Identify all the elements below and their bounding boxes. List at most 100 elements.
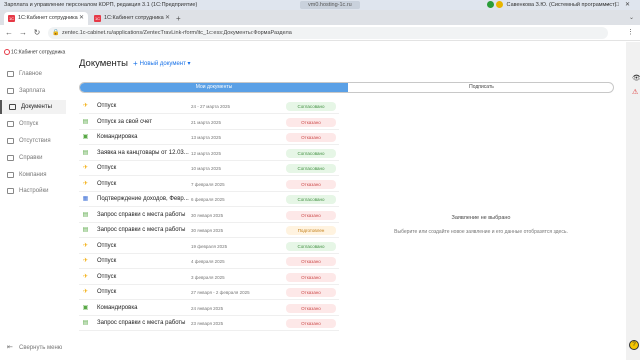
document-icon: ▤: [82, 227, 89, 233]
document-row[interactable]: ▣ Командировка 24 января 2025 Отказано: [79, 301, 339, 316]
collapse-icon: ⇤: [7, 344, 13, 351]
document-row[interactable]: ▤ Заявка на канцтовары от 12.03.... 12 мар…: [79, 146, 339, 161]
documents-list: ✈ Отпуск 24 - 27 марта 2025 Согласовано ▤ Отп…: [79, 99, 339, 331]
sidebar: 1С:Кабинет сотрудника Главное Зарплата Д…: [0, 42, 66, 360]
document-row[interactable]: ✈ Отпуск 3 февраля 2025 Отказано: [79, 270, 339, 285]
sidebar-item-main[interactable]: Главное: [0, 67, 66, 81]
absence-icon: [7, 138, 14, 144]
document-name: Командировка: [97, 134, 138, 140]
close-tab-icon[interactable]: ✕: [79, 12, 84, 25]
sidebar-item-settings[interactable]: Настройки: [0, 184, 66, 198]
document-row[interactable]: ✈ Отпуск 24 - 27 марта 2025 Согласовано: [79, 99, 339, 114]
close-tab-icon[interactable]: ✕: [165, 12, 170, 25]
document-name: Отпуск за свой счет: [97, 118, 153, 125]
status-green-icon: [487, 1, 494, 9]
sidebar-item-company[interactable]: Компания: [0, 168, 66, 182]
page-title: Документы: [79, 58, 128, 69]
document-date: 23 января 2025: [191, 321, 224, 326]
document-row[interactable]: ✈ Отпуск 27 января - 2 февраля 2025 Отказан…: [79, 285, 339, 300]
status-badge: Подготовлен: [286, 226, 336, 235]
collapse-menu-button[interactable]: ⇤ Свернуть меню: [0, 342, 66, 354]
document-icon: ▤: [82, 149, 89, 156]
sidebar-item-vacation[interactable]: Отпуск: [0, 117, 66, 131]
status-badge: Отказано: [286, 257, 336, 266]
document-name: Отпуск: [97, 258, 117, 264]
vacation-plane-icon: ✈: [82, 273, 89, 280]
browser-tab-cabinet[interactable]: 1С 1С:Кабинет сотрудника ✕: [90, 12, 174, 25]
user-info: Савенкова З.Ю. (Системный программист): [487, 0, 617, 10]
new-tab-button[interactable]: +: [176, 12, 181, 25]
empty-state-text: Выберите или создайте новое заявление и …: [394, 229, 568, 235]
1c-logo-icon: [4, 49, 10, 55]
document-row[interactable]: ✈ Отпуск 7 февраля 2025 Отказано: [79, 177, 339, 192]
document-row[interactable]: ▤ Запрос справки с места работы 30 января …: [79, 208, 339, 223]
document-name: Подтверждение доходов, Февр...: [97, 196, 189, 202]
lock-icon: 🔒: [52, 30, 60, 36]
new-document-label: Новый документ: [139, 61, 186, 67]
document-row[interactable]: ✈ Отпуск 19 февраля 2025 Согласовано: [79, 239, 339, 254]
certificate-icon: [7, 155, 14, 161]
window-controls[interactable]: –□✕: [606, 0, 636, 10]
document-row[interactable]: ▤ Запрос справки с места работы 23 января …: [79, 316, 339, 331]
help-icon[interactable]: ?: [629, 340, 639, 350]
1c-favicon-icon: 1С: [94, 15, 101, 22]
new-document-button[interactable]: + Новый документ ▾: [133, 59, 191, 68]
document-row[interactable]: ✈ Отпуск 4 февраля 2025 Отказано: [79, 254, 339, 269]
document-icon: ▤: [82, 211, 89, 218]
document-row[interactable]: ▤ Отпуск за свой счет 21 марта 2025 Отказан…: [79, 115, 339, 130]
tab-to-sign[interactable]: Подписать: [348, 83, 613, 92]
document-date: 12 марта 2025: [191, 150, 222, 156]
vacation-plane-icon: ✈: [82, 242, 89, 249]
sidebar-item-salary[interactable]: Зарплата: [0, 84, 66, 98]
warning-icon[interactable]: ⚠: [632, 88, 638, 96]
sidebar-item-absences[interactable]: Отсутствия: [0, 134, 66, 148]
sidebar-item-certificates[interactable]: Справки: [0, 151, 66, 165]
forward-icon[interactable]: →: [18, 27, 28, 39]
brand-logo[interactable]: 1С:Кабинет сотрудника: [4, 49, 65, 55]
sidebar-item-label: Отсутствия: [19, 138, 51, 144]
eye-icon[interactable]: 👁: [632, 74, 640, 82]
document-date: 24 января 2025: [191, 305, 224, 311]
back-icon[interactable]: ←: [4, 27, 14, 39]
window-titlebar: Зарплата и управление персоналом КОРП, р…: [0, 0, 640, 10]
browser-tabbar: 1С 1С:Кабинет сотрудника ✕ 1С 1С:Кабинет…: [0, 10, 640, 25]
tab-label: 1С:Кабинет сотрудника: [18, 15, 78, 21]
tab-search-icon[interactable]: ⌄: [629, 12, 634, 25]
browser-tab-cabinet-active[interactable]: 1С 1С:Кабинет сотрудника ✕: [4, 12, 88, 25]
address-bar-row: ← → ↻ 🔒 zentec.1c-cabinet.ru/application…: [0, 25, 640, 41]
window-title: Зарплата и управление персоналом КОРП, р…: [4, 2, 198, 8]
status-badge: Отказано: [286, 319, 336, 328]
status-badge: Согласовано: [286, 164, 336, 173]
sidebar-item-label: Настройки: [19, 188, 49, 194]
document-date: 4 февраля 2025: [191, 259, 225, 264]
document-row[interactable]: ▤ Запрос справки с места работы 30 января …: [79, 223, 339, 238]
document-name: Заявка на канцтовары от 12.03....: [97, 149, 189, 156]
sidebar-item-label: Справки: [19, 155, 43, 161]
status-badge: Отказано: [286, 179, 336, 189]
document-row[interactable]: ▦ Подтверждение доходов, Февр... 6 февраля…: [79, 192, 339, 207]
documents-tab-switch: Мои документы Подписать: [79, 82, 614, 93]
reload-icon[interactable]: ↻: [32, 27, 42, 39]
briefcase-icon: ▣: [82, 134, 89, 140]
app-root: 1С:Кабинет сотрудника Главное Зарплата Д…: [0, 42, 640, 360]
document-date: 24 - 27 марта 2025: [191, 104, 231, 109]
document-name: Запрос справки с места работы: [97, 211, 186, 218]
document-row[interactable]: ✈ Отпуск 10 марта 2025 Согласовано: [79, 161, 339, 176]
browser-menu-icon[interactable]: ⋮: [627, 27, 634, 39]
sidebar-item-documents[interactable]: Документы: [0, 100, 66, 114]
sidebar-item-label: Компания: [19, 172, 47, 178]
status-badge: Согласовано: [286, 148, 336, 158]
document-name: Отпуск: [97, 273, 117, 280]
status-badge: Отказано: [286, 133, 336, 142]
document-name: Запрос справки с места работы: [97, 320, 186, 326]
plus-icon: +: [133, 59, 138, 68]
wallet-icon: [7, 88, 14, 94]
tab-my-documents[interactable]: Мои документы: [80, 83, 348, 92]
settings-icon: [7, 188, 14, 194]
sidebar-item-label: Главное: [19, 71, 42, 77]
url-field[interactable]: 🔒 zentec.1c-cabinet.ru/applications/Zent…: [48, 27, 608, 39]
document-row[interactable]: ▣ Командировка 13 марта 2025 Отказано: [79, 130, 339, 145]
documents-icon: [9, 104, 16, 110]
vacation-plane-icon: ✈: [82, 103, 89, 109]
sidebar-item-label: Документы: [21, 104, 52, 110]
